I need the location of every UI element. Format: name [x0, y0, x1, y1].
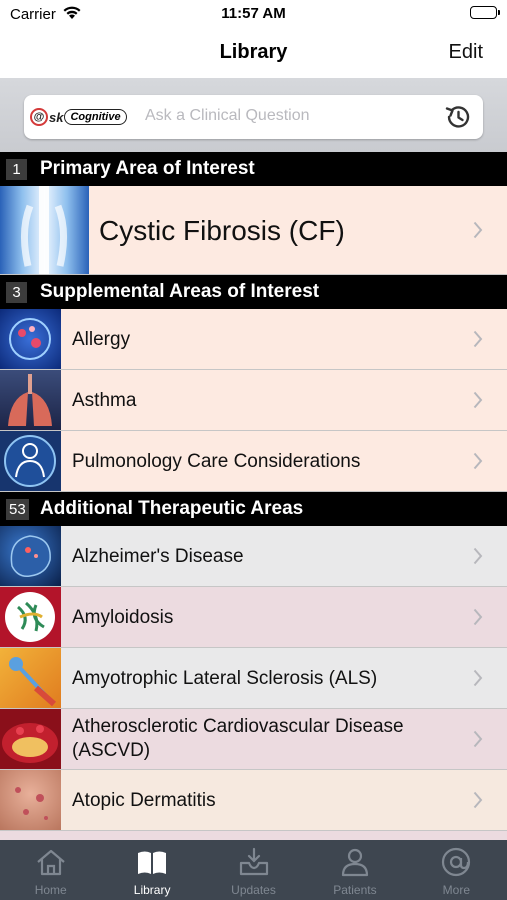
tab-patients[interactable]: Patients: [304, 840, 405, 900]
tab-label: Updates: [231, 883, 276, 897]
edit-button[interactable]: Edit: [449, 41, 483, 64]
tab-updates[interactable]: Updates: [203, 840, 304, 900]
chevron-right-icon: [473, 391, 483, 414]
list-item-label: Pulmonology Care Considerations: [72, 451, 361, 472]
section-title: Primary Area of Interest: [40, 158, 255, 179]
section-header-supplemental: 3 Supplemental Areas of Interest: [0, 275, 507, 309]
tab-label: Patients: [333, 883, 377, 897]
amyloidosis-thumbnail: [0, 587, 61, 647]
page-title: Library: [219, 41, 288, 63]
section-header-additional: 53 Additional Therapeutic Areas: [0, 492, 507, 526]
section-header-primary: 1 Primary Area of Interest: [0, 152, 507, 186]
section-title: Additional Therapeutic Areas: [40, 498, 304, 519]
asthma-thumbnail: [0, 370, 61, 430]
list-item-als[interactable]: Amyotrophic Lateral Sclerosis (ALS): [0, 648, 507, 709]
search-band: @ sk Cognitive Ask a Clinical Question: [0, 78, 507, 152]
alzheimers-thumbnail: [0, 526, 61, 586]
cystic-fibrosis-thumbnail: [0, 186, 89, 274]
list-item-atopic-dermatitis[interactable]: Atopic Dermatitis: [0, 770, 507, 831]
list-item-cystic-fibrosis[interactable]: Cystic Fibrosis (CF): [0, 186, 507, 275]
tab-bar: Home Library Updates Patients More: [0, 840, 507, 900]
tab-label: Home: [34, 883, 67, 897]
navigation-bar: Library Edit: [0, 30, 507, 78]
tab-library[interactable]: Library: [101, 840, 202, 900]
als-thumbnail: [0, 648, 61, 708]
list-item-label: Atopic Dermatitis: [72, 790, 216, 811]
chevron-right-icon: [473, 221, 483, 244]
history-icon[interactable]: [443, 103, 473, 136]
chevron-right-icon: [473, 730, 483, 753]
search-placeholder: Ask a Clinical Question: [145, 107, 310, 124]
section-count: 53: [6, 499, 29, 520]
tab-more[interactable]: More: [406, 840, 507, 900]
section-count: 3: [6, 282, 27, 303]
list-item-label: Alzheimer's Disease: [72, 546, 244, 567]
section-count: 1: [6, 159, 27, 180]
chevron-right-icon: [473, 547, 483, 570]
list-item-label: Amyotrophic Lateral Sclerosis (ALS): [72, 668, 378, 689]
tab-home[interactable]: Home: [0, 840, 101, 900]
list-item-label: Amyloidosis: [72, 607, 174, 628]
clock: 11:57 AM: [221, 5, 286, 22]
chevron-right-icon: [473, 330, 483, 353]
list-item-partial: [0, 831, 507, 840]
list-item-alzheimers[interactable]: Alzheimer's Disease: [0, 526, 507, 587]
ascvd-thumbnail: [0, 709, 61, 769]
chevron-right-icon: [473, 452, 483, 475]
list-item-ascvd[interactable]: Atherosclerotic Cardiovascular Disease (…: [0, 709, 507, 770]
atopic-dermatitis-thumbnail: [0, 770, 61, 830]
section-title: Supplemental Areas of Interest: [40, 281, 320, 302]
list-item-asthma[interactable]: Asthma: [0, 370, 507, 431]
pulmonology-thumbnail: [0, 431, 61, 491]
battery-icon: [470, 6, 500, 19]
status-bar: Carrier 11:57 AM: [0, 0, 507, 30]
allergy-thumbnail: [0, 309, 61, 369]
chevron-right-icon: [473, 608, 483, 631]
list-item-label: Asthma: [72, 390, 137, 411]
tab-label: Library: [133, 883, 171, 897]
tab-label: More: [442, 883, 470, 897]
search-input[interactable]: @ sk Cognitive Ask a Clinical Question: [24, 95, 483, 139]
list-item-label: Cystic Fibrosis (CF): [99, 215, 345, 246]
list-item-pulmonology-care[interactable]: Pulmonology Care Considerations: [0, 431, 507, 492]
list-item-label: Atherosclerotic Cardiovascular Disease (…: [72, 716, 404, 761]
list-item-allergy[interactable]: Allergy: [0, 309, 507, 370]
chevron-right-icon: [473, 669, 483, 692]
chevron-right-icon: [473, 791, 483, 814]
list-item-label: Allergy: [72, 329, 131, 350]
ask-cognitive-logo: @ sk Cognitive: [30, 106, 127, 128]
list-item-amyloidosis[interactable]: Amyloidosis: [0, 587, 507, 648]
